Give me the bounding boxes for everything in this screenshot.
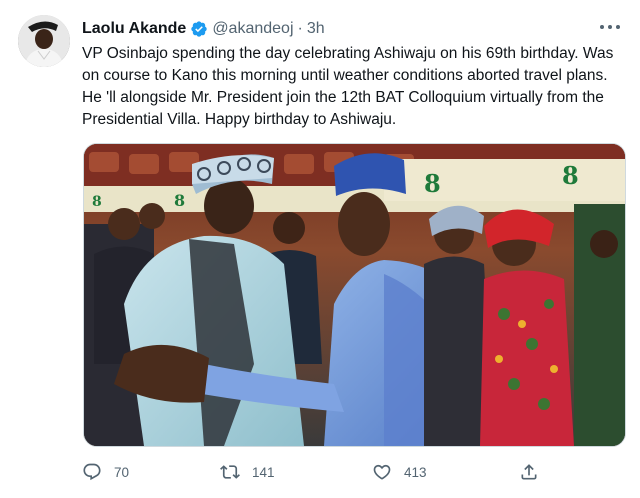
avatar[interactable] (18, 15, 70, 67)
tweet-text: VP Osinbajo spending the day celebrating… (82, 43, 630, 131)
share-icon (521, 464, 537, 480)
avatar-photo (18, 15, 70, 67)
retweet-button[interactable]: 141 (220, 462, 275, 482)
like-button[interactable]: 413 (372, 462, 427, 482)
like-count: 413 (404, 464, 427, 480)
tweet-photo[interactable]: 8 8 8 8 (83, 143, 626, 447)
verified-badge-icon (190, 20, 208, 38)
backdrop-banner-text-2: 8 (562, 161, 579, 190)
heart-icon (373, 464, 391, 480)
tweet-card[interactable]: Laolu Akande @akandeoj · 3h VP Osinbajo … (0, 0, 640, 498)
header-separator: · (297, 20, 303, 37)
retweet-icon (220, 465, 240, 479)
author-handle[interactable]: @akandeoj (212, 20, 293, 38)
photo-image: 8 8 8 8 (84, 144, 625, 446)
more-dots-icon[interactable] (600, 18, 620, 36)
backdrop-banner-text-3: 8 (174, 191, 185, 210)
reply-button[interactable]: 70 (82, 462, 129, 482)
reply-count: 70 (114, 464, 130, 480)
retweet-count: 141 (252, 464, 275, 480)
tweet-header: Laolu Akande @akandeoj · 3h (82, 18, 325, 40)
backdrop-banner-text: 8 (424, 169, 441, 198)
share-button[interactable] (519, 462, 551, 482)
tweet-actions: 70 141 413 (82, 458, 552, 486)
tweet-timestamp[interactable]: 3h (307, 20, 325, 38)
reply-icon (83, 463, 101, 481)
author-name[interactable]: Laolu Akande (82, 20, 186, 38)
backdrop-banner-text-4: 8 (92, 194, 102, 210)
tweet-body: VP Osinbajo spending the day celebrating… (82, 45, 614, 128)
